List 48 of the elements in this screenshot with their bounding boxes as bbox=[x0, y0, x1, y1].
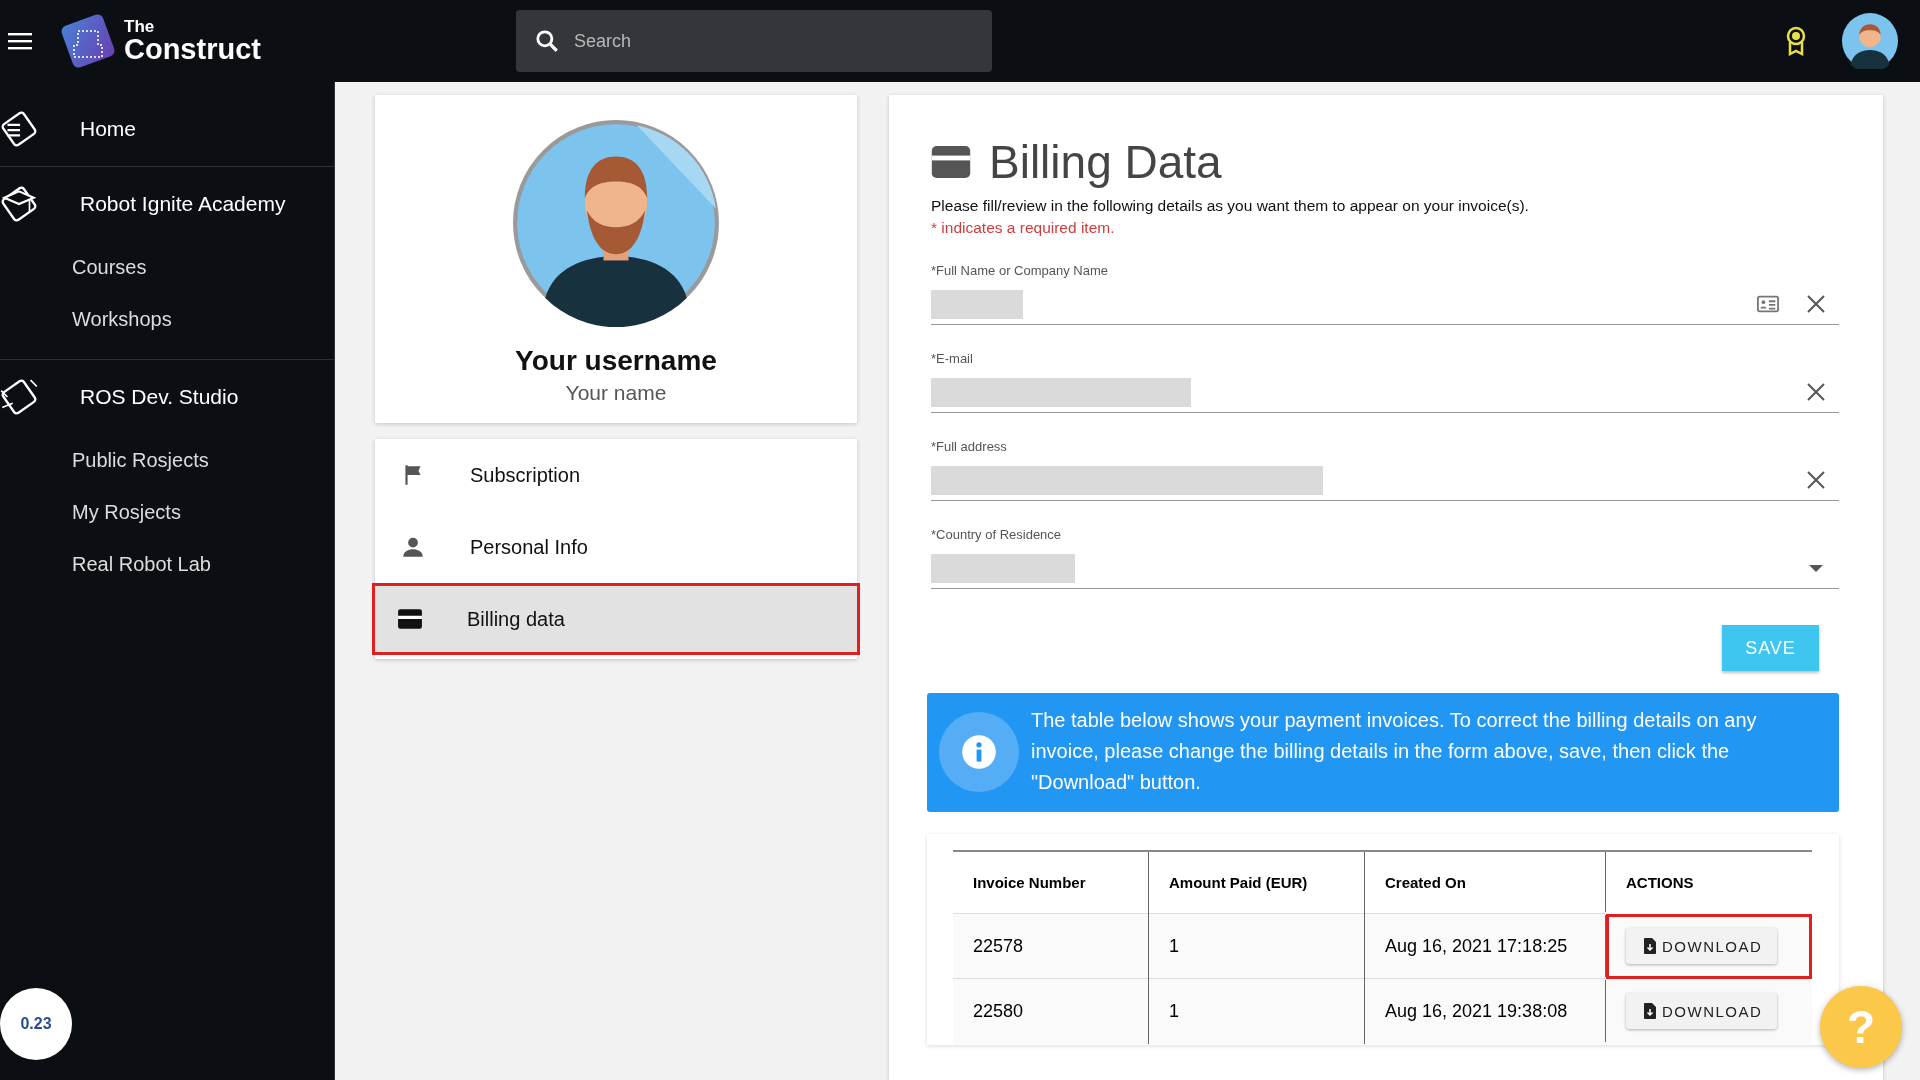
sidebar-item[interactable]: ROS Dev. Studio bbox=[80, 385, 239, 409]
contact-card-icon[interactable] bbox=[1757, 294, 1779, 314]
page-title: Billing Data bbox=[989, 135, 1222, 189]
download-button[interactable]: DOWNLOAD bbox=[1626, 928, 1778, 964]
sidebar-subitem[interactable]: Workshops bbox=[72, 293, 334, 345]
search-icon bbox=[533, 28, 560, 54]
required-note: * indicates a required item. bbox=[931, 219, 1116, 237]
credit-card-icon bbox=[931, 146, 971, 178]
sidebar-item[interactable]: Home bbox=[80, 117, 137, 141]
version-badge: 0.23 bbox=[0, 988, 72, 1060]
search-field[interactable]: Search bbox=[515, 10, 992, 72]
file-download-icon bbox=[1644, 938, 1656, 954]
avatar[interactable] bbox=[1842, 13, 1898, 69]
table-cell: Aug 16, 2021 19:38:08 bbox=[1364, 978, 1606, 1044]
logo-wordmark: Construct bbox=[124, 35, 261, 64]
sidebar-subitem[interactable]: My Rosjects bbox=[72, 486, 334, 538]
sidebar-item[interactable]: Robot Ignite Academy bbox=[80, 192, 286, 216]
column-header: Invoice Number bbox=[953, 851, 1149, 914]
intro-text: Please fill/review in the following details as you want them to appear on your invoice(s). bbox=[931, 197, 1530, 215]
table-cell: 1 bbox=[1148, 978, 1365, 1044]
caret-icon[interactable] bbox=[1809, 564, 1823, 572]
clear-icon[interactable] bbox=[1805, 294, 1827, 314]
info-text: The table below shows your payment invoices. To correct the billing details on any invoice, please change the billing details in the form above, save, then click the "Download" button. bbox=[1031, 708, 1758, 795]
download-button[interactable]: DOWNLOAD bbox=[1626, 993, 1778, 1029]
menu-item[interactable]: Billing data bbox=[372, 583, 860, 655]
table-cell: Aug 16, 2021 17:18:25 bbox=[1364, 913, 1606, 979]
username: Your username bbox=[515, 345, 717, 377]
field-label: *Country of Residence bbox=[931, 527, 1063, 542]
clear-icon[interactable] bbox=[1805, 382, 1827, 402]
table-cell: 1 bbox=[1148, 913, 1365, 979]
menu-item[interactable]: Personal Info bbox=[375, 511, 857, 583]
award-icon[interactable] bbox=[1784, 26, 1808, 56]
file-download-icon bbox=[1644, 1003, 1656, 1019]
field-label: *Full address bbox=[931, 439, 1008, 454]
column-header: ACTIONS bbox=[1605, 851, 1812, 914]
logo-text: The bbox=[124, 18, 156, 35]
user-name: Your name bbox=[565, 381, 667, 405]
menu-item[interactable]: Subscription bbox=[375, 439, 857, 511]
clear-icon[interactable] bbox=[1805, 470, 1827, 490]
sidebar-subitem[interactable]: Public Rosjects bbox=[72, 434, 334, 486]
field-label: *Full Name or Company Name bbox=[931, 263, 1109, 278]
menu-icon[interactable] bbox=[8, 32, 32, 50]
credit-card-icon bbox=[397, 606, 423, 632]
field-label: *E-mail bbox=[931, 351, 974, 366]
sidebar-subitem[interactable]: Real Robot Lab bbox=[72, 538, 334, 590]
table-cell: 22580 bbox=[953, 978, 1149, 1044]
table-cell: 22578 bbox=[953, 913, 1149, 979]
sidebar-subitem[interactable]: Courses bbox=[72, 241, 334, 293]
